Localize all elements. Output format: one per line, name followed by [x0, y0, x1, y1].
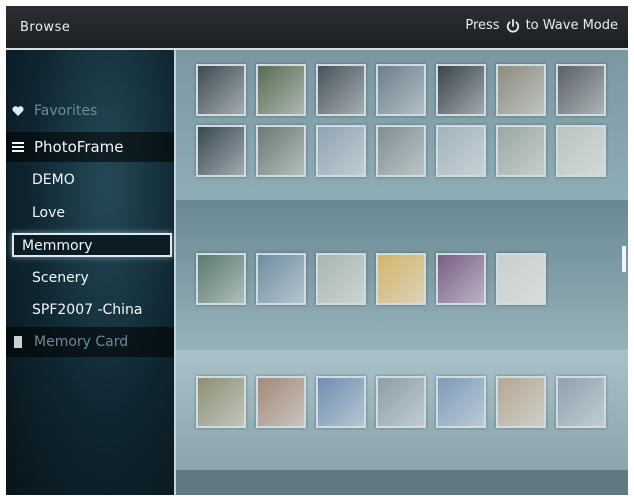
sidebar-item-demo[interactable]: DEMO: [6, 165, 174, 195]
photo-thumbnail[interactable]: [256, 376, 306, 428]
sidebar-item-label: Scenery: [32, 270, 89, 286]
photo-thumbnail[interactable]: [496, 253, 546, 305]
photo-thumbnail[interactable]: [436, 125, 486, 177]
heart-icon: [12, 106, 24, 116]
album-band: [176, 470, 628, 495]
wave-mode-hint: Press to Wave Mode: [465, 18, 618, 33]
sidebar-item-label: PhotoFrame: [34, 138, 124, 156]
thumbnail-grid: [176, 50, 628, 495]
hint-press-text: Press: [465, 18, 500, 33]
photo-thumbnail[interactable]: [316, 125, 366, 177]
photo-thumbnail[interactable]: [556, 125, 606, 177]
sidebar-item-photoframe[interactable]: PhotoFrame: [6, 132, 174, 162]
sidebar-item-label: Favorites: [34, 103, 98, 119]
photo-thumbnail[interactable]: [436, 64, 486, 116]
photo-thumbnail[interactable]: [556, 376, 606, 428]
photo-thumbnail[interactable]: [256, 64, 306, 116]
photo-thumbnail[interactable]: [196, 376, 246, 428]
sidebar-item-label: Love: [32, 205, 66, 221]
photo-thumbnail[interactable]: [496, 64, 546, 116]
photo-thumbnail[interactable]: [196, 253, 246, 305]
photo-thumbnail[interactable]: [316, 253, 366, 305]
photo-thumbnail[interactable]: [436, 376, 486, 428]
sidebar-item-label: Memmory: [12, 233, 172, 257]
sidebar-item-spf2007-china[interactable]: SPF2007 -China: [6, 295, 174, 325]
sidebar-item-love[interactable]: Love: [6, 198, 174, 228]
photo-frame-screen: Browse Press to Wave Mode Favorites Phot…: [6, 6, 628, 495]
top-bar: Browse Press to Wave Mode: [6, 6, 628, 50]
photo-thumbnail[interactable]: [556, 64, 606, 116]
photo-thumbnail[interactable]: [376, 376, 426, 428]
photo-thumbnail[interactable]: [256, 125, 306, 177]
photo-thumbnail[interactable]: [196, 125, 246, 177]
power-icon: [506, 18, 519, 32]
photo-thumbnail[interactable]: [436, 253, 486, 305]
hint-rest-text: to Wave Mode: [525, 18, 618, 33]
source-sidebar: Favorites PhotoFrame DEMO Love Memmory S…: [6, 50, 174, 495]
photo-thumbnail[interactable]: [196, 64, 246, 116]
sidebar-item-memmory[interactable]: Memmory: [6, 230, 174, 260]
scrollbar-thumb[interactable]: [622, 246, 626, 272]
photo-thumbnail[interactable]: [316, 64, 366, 116]
page-title: Browse: [20, 20, 71, 35]
photo-thumbnail[interactable]: [496, 125, 546, 177]
photo-thumbnail[interactable]: [316, 376, 366, 428]
photo-thumbnail[interactable]: [256, 253, 306, 305]
photo-thumbnail[interactable]: [496, 376, 546, 428]
sidebar-item-label: DEMO: [32, 172, 75, 188]
photo-thumbnail[interactable]: [376, 125, 426, 177]
list-icon: [12, 142, 24, 152]
sidebar-item-scenery[interactable]: Scenery: [6, 263, 174, 293]
scrollbar[interactable]: [620, 50, 628, 495]
card-icon: [14, 336, 22, 348]
sidebar-item-favorites[interactable]: Favorites: [6, 96, 174, 126]
photo-thumbnail[interactable]: [376, 253, 426, 305]
photo-thumbnail[interactable]: [376, 64, 426, 116]
sidebar-item-label: Memory Card: [34, 334, 129, 350]
sidebar-item-memory-card[interactable]: Memory Card: [6, 327, 174, 357]
sidebar-item-label: SPF2007 -China: [32, 302, 143, 318]
